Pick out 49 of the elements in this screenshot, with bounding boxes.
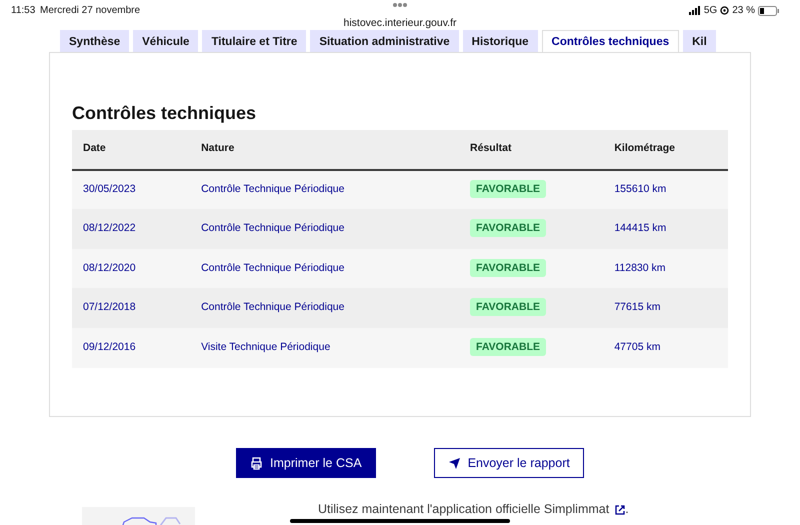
nature-cell: Visite Technique Périodique — [201, 340, 330, 353]
tab[interactable]: Véhicule — [133, 30, 198, 52]
tab[interactable]: Historique — [462, 30, 538, 52]
mileage-cell: 77615 km — [614, 301, 660, 314]
mileage-cell: 144415 km — [614, 222, 666, 234]
footer-text: Utilisez maintenant l'application officielle — [318, 502, 540, 516]
result-badge: FAVORABLE — [470, 338, 546, 356]
column-header: Date — [83, 142, 106, 154]
simplimmat-link[interactable]: Simplimmat — [544, 502, 610, 516]
nature-cell: Contrôle Technique Périodique — [201, 262, 344, 274]
result-badge: FAVORABLE — [470, 258, 546, 277]
result-badge: FAVORABLE — [470, 298, 546, 316]
status-time: 11:53 — [11, 4, 36, 18]
tab[interactable]: Situation administrative — [310, 30, 459, 52]
tab[interactable]: Contrôles techniques — [542, 30, 680, 52]
section-title: Contrôles techniques — [72, 103, 258, 125]
result-badge: FAVORABLE — [470, 219, 546, 238]
address-url[interactable]: histovec.interieur.gouv.fr — [343, 17, 457, 29]
tab[interactable]: Kil — [683, 30, 716, 52]
location-icon — [720, 6, 730, 15]
date-cell: 07/12/2018 — [83, 301, 136, 314]
action-button[interactable]: Envoyer le rapport — [434, 448, 584, 478]
column-header: Kilométrage — [614, 142, 676, 154]
battery-icon — [758, 6, 780, 16]
tab[interactable]: Synthèse — [60, 30, 130, 52]
action-button[interactable]: Imprimer le CSA — [236, 448, 376, 478]
nature-cell: Contrôle Technique Périodique — [201, 183, 344, 196]
network-label: 5G — [704, 4, 718, 18]
mileage-cell: 155610 km — [614, 183, 666, 196]
mileage-cell: 47705 km — [614, 340, 660, 353]
date-cell: 08/12/2020 — [83, 262, 136, 274]
battery-percent: 23 % — [732, 4, 755, 18]
date-cell: 08/12/2022 — [83, 222, 136, 234]
nature-cell: Contrôle Technique Périodique — [201, 301, 344, 314]
signal-icon — [688, 6, 701, 15]
mileage-cell: 112830 km — [614, 262, 666, 274]
nature-cell: Contrôle Technique Périodique — [201, 222, 344, 234]
column-header: Résultat — [470, 142, 512, 154]
send-icon — [448, 456, 461, 470]
date-cell: 30/05/2023 — [83, 183, 136, 196]
tab[interactable]: Titulaire et Titre — [202, 30, 306, 52]
external-link-icon — [615, 504, 626, 515]
status-date: Mercredi 27 novembre — [40, 4, 140, 18]
more-dots-icon[interactable] — [392, 2, 408, 8]
printer-icon — [250, 456, 263, 470]
column-header: Nature — [201, 142, 234, 154]
period-text: . — [625, 502, 629, 516]
date-cell: 09/12/2016 — [83, 340, 136, 353]
result-badge: FAVORABLE — [470, 180, 546, 198]
